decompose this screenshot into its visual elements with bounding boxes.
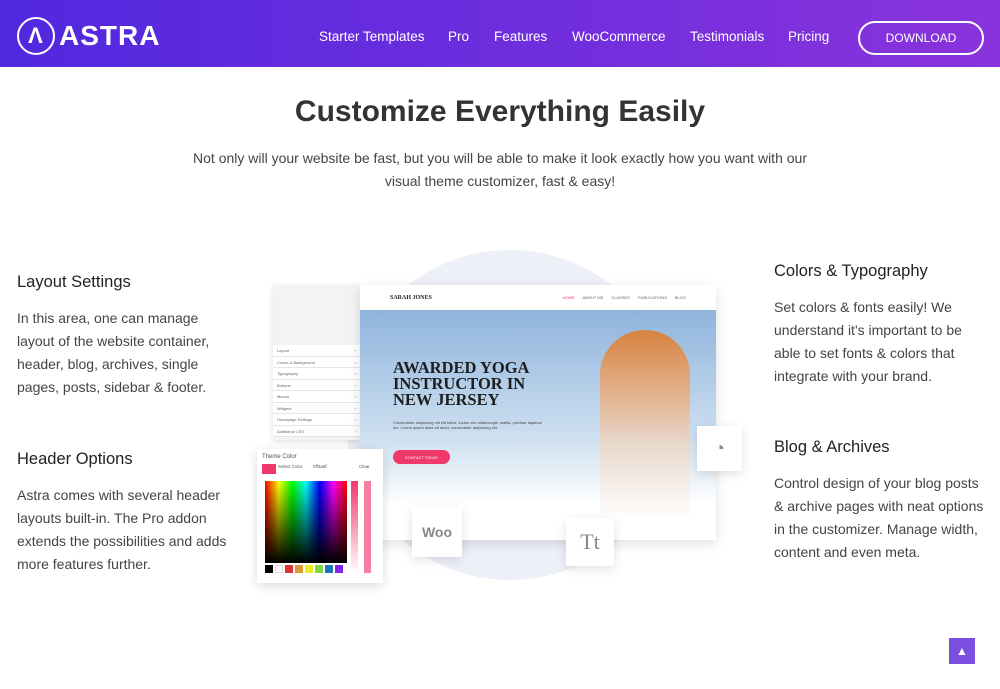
website-preview: SARAH JONES HOME ABOUT ME CLASSES PUBLIC…: [360, 285, 716, 540]
nav-testimonials[interactable]: Testimonials: [690, 29, 764, 44]
customizer-item: Additional CSS ›: [273, 425, 360, 437]
customizer-panel: Layout › Colors & Background › Typography ›…: [273, 285, 360, 440]
color-picker: Theme Color Select Color #ff3a6f Clear: [257, 449, 383, 583]
customizer-item: Typography ›: [273, 368, 360, 380]
customizer-item: Buttons ›: [273, 379, 360, 391]
chevron-up-icon: ▲: [956, 644, 968, 658]
yoga-woman-image: [600, 330, 690, 520]
site-nav-item: ABOUT ME: [582, 295, 604, 300]
page-title: Customize Everything Easily: [294, 95, 706, 128]
site-header: Λ ASTRA Starter Templates Pro Features Wo…: [0, 0, 1000, 67]
feature-title: Colors & Typography: [774, 262, 928, 280]
typography-icon: Tt: [566, 518, 614, 566]
nav-features[interactable]: Features: [494, 29, 547, 44]
site-nav-item: HOME: [562, 295, 575, 300]
palette: [265, 565, 343, 573]
nav-pricing[interactable]: Pricing: [788, 29, 829, 44]
site-text: Consectetur adipiscing elit elit tellus,…: [393, 420, 542, 430]
customizer-item: Homepage Settings ›: [273, 414, 360, 426]
hue-slider: [351, 481, 358, 573]
site-nav-item: PUBLICATIONS: [637, 295, 667, 300]
color-swatch: [262, 464, 276, 474]
site-hero: AWARDED YOGA INSTRUCTOR IN NEW JERSEY Co…: [360, 310, 716, 540]
page-subtitle: Not only will your website be fast, but …: [193, 150, 807, 189]
color-value: #ff3a6f: [313, 464, 327, 469]
site-nav-item: BLOG: [674, 295, 686, 300]
site-logo: SARAH JONES: [390, 294, 432, 301]
color-gradient: [265, 481, 347, 563]
customizer-item: Layout ›: [273, 345, 360, 357]
customizer-item: Colors & Background ›: [273, 356, 360, 368]
logo-icon: Λ: [17, 17, 55, 55]
customizer-item: Widgets ›: [273, 402, 360, 414]
nav-pro[interactable]: Pro: [448, 29, 469, 44]
woo-icon: Woo: [412, 507, 462, 557]
feature-title: Header Options: [17, 450, 133, 468]
select-color: Select Color: [278, 464, 303, 469]
clear-button: Clear: [359, 464, 370, 469]
alpha-slider: [364, 481, 371, 573]
astra-logo[interactable]: Λ ASTRA: [17, 17, 160, 55]
logo-text: ASTRA: [59, 20, 161, 51]
picker-title: Theme Color: [262, 454, 297, 460]
feature-text: In this area, one can manage layout of t…: [17, 310, 210, 395]
site-contact-button: CONTACT TODAY: [393, 450, 450, 464]
feature-text: Astra comes with several header layouts …: [17, 487, 227, 572]
feature-text: Control design of your blog posts & arch…: [774, 475, 984, 560]
site-heading: AWARDED YOGA INSTRUCTOR IN NEW JERSEY: [393, 358, 529, 409]
feature-title: Blog & Archives: [774, 438, 890, 456]
speedometer-icon: ◔: [697, 426, 742, 471]
download-button[interactable]: DOWNLOAD: [858, 21, 984, 55]
feature-title: Layout Settings: [17, 273, 131, 291]
scroll-to-top-button[interactable]: ▲: [949, 638, 975, 664]
feature-text: Set colors & fonts easily! We understand…: [774, 299, 962, 384]
nav-woocommerce[interactable]: WooCommerce: [572, 29, 666, 44]
customizer-item: Menus ›: [273, 391, 360, 403]
nav-starter-templates[interactable]: Starter Templates: [319, 29, 425, 44]
site-nav-item: CLASSES: [611, 295, 630, 300]
